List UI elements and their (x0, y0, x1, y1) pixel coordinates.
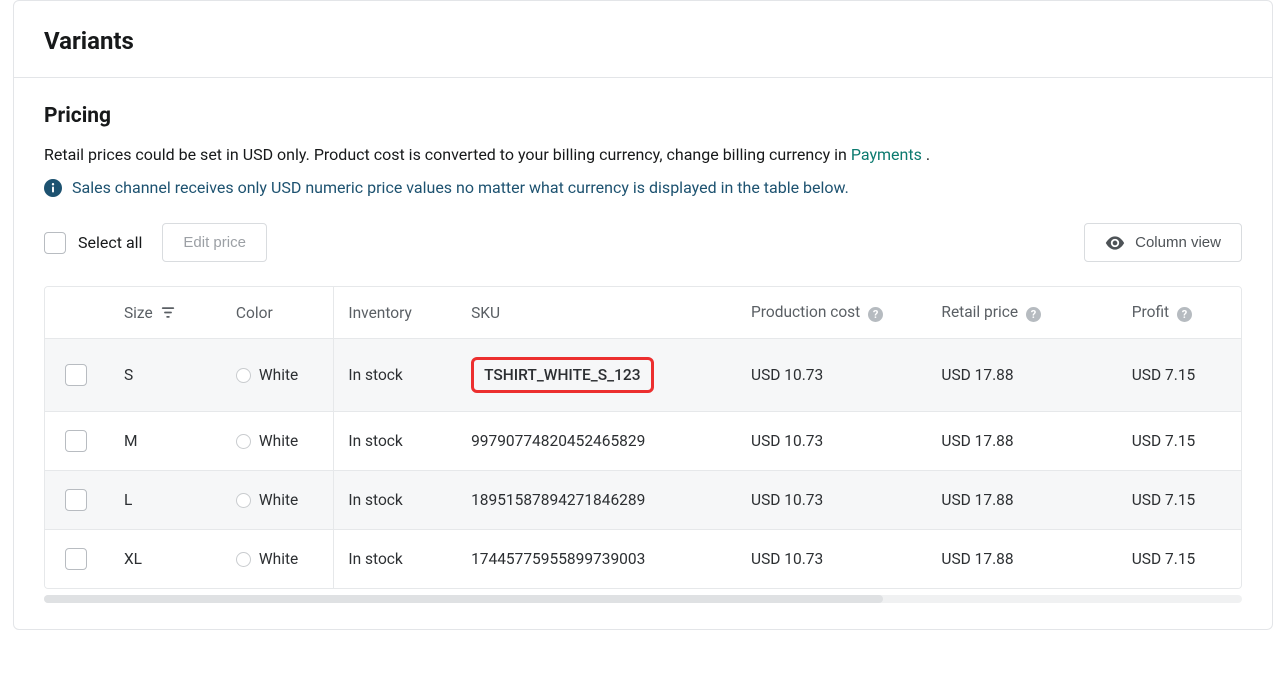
select-all-checkbox[interactable] (44, 232, 66, 254)
row-profit: USD 7.15 (1118, 471, 1241, 530)
row-checkbox-cell (45, 471, 110, 530)
table-row: XLWhiteIn stock17445775955899739003USD 1… (45, 530, 1241, 589)
row-sku[interactable]: TSHIRT_WHITE_S_123 (457, 339, 737, 412)
info-text: Sales channel receives only USD numeric … (72, 178, 849, 197)
sku-highlight: TSHIRT_WHITE_S_123 (471, 357, 653, 393)
help-icon[interactable]: ? (1177, 307, 1192, 322)
card-header: Variants (14, 1, 1272, 78)
row-inventory: In stock (334, 412, 457, 471)
header-profit-label: Profit (1132, 303, 1169, 321)
row-size: M (110, 412, 222, 471)
header-production-cost-label: Production cost (751, 303, 860, 321)
row-sku[interactable]: 18951587894271846289 (457, 471, 737, 530)
row-profit: USD 7.15 (1118, 339, 1241, 412)
variants-table: Size Color Inventory SKU Production cost (45, 287, 1241, 588)
row-checkbox[interactable] (65, 548, 87, 570)
color-swatch (236, 552, 251, 567)
color-swatch (236, 434, 251, 449)
controls-row: Select all Edit price Column view (44, 223, 1242, 262)
column-view-button[interactable]: Column view (1084, 223, 1242, 262)
table-row: L White In stock18951587894271846289USD 10… (45, 471, 1241, 530)
table-row: S White In stock TSHIRT_WHITE_S_123 USD 10.7… (45, 339, 1241, 412)
controls-left: Select all Edit price (44, 223, 267, 262)
row-production-cost: USD 10.73 (737, 412, 927, 471)
row-checkbox-cell (45, 339, 110, 412)
row-color: White (222, 339, 334, 412)
pricing-description-suffix: . (922, 145, 930, 164)
row-sku[interactable]: 17445775955899739003 (457, 530, 737, 589)
color-label: White (259, 432, 298, 450)
row-production-cost: USD 10.73 (737, 471, 927, 530)
info-banner: Sales channel receives only USD numeric … (44, 178, 1242, 197)
color-label: White (259, 550, 298, 568)
row-sku[interactable]: 99790774820452465829 (457, 412, 737, 471)
row-inventory: In stock (334, 339, 457, 412)
row-retail-price[interactable]: USD 17.88 (927, 339, 1117, 412)
row-color: White (222, 412, 334, 471)
header-size-label: Size (124, 304, 153, 322)
header-size[interactable]: Size (110, 287, 222, 339)
header-color[interactable]: Color (222, 287, 334, 339)
row-size: L (110, 471, 222, 530)
card-body: Pricing Retail prices could be set in US… (14, 78, 1272, 629)
help-icon[interactable]: ? (1026, 307, 1041, 322)
row-retail-price[interactable]: USD 17.88 (927, 530, 1117, 589)
header-retail-price-label: Retail price (941, 303, 1018, 321)
header-inventory: Inventory (334, 287, 457, 339)
row-checkbox-cell (45, 412, 110, 471)
table-header-row: Size Color Inventory SKU Production cost (45, 287, 1241, 339)
row-checkbox[interactable] (65, 489, 87, 511)
row-inventory: In stock (334, 471, 457, 530)
row-production-cost: USD 10.73 (737, 339, 927, 412)
header-production-cost: Production cost ? (737, 287, 927, 339)
select-all-wrap: Select all (44, 232, 142, 254)
row-inventory: In stock (334, 530, 457, 589)
pricing-title: Pricing (44, 104, 1242, 128)
eye-icon (1105, 236, 1125, 250)
table-row: M White In stock99790774820452465829USD 10… (45, 412, 1241, 471)
info-icon (44, 179, 62, 197)
row-color: White (222, 530, 334, 589)
header-retail-price: Retail price ? (927, 287, 1117, 339)
horizontal-scrollbar[interactable] (44, 595, 1242, 603)
horizontal-scrollbar-thumb[interactable] (44, 595, 883, 603)
color-swatch (236, 368, 251, 383)
row-production-cost: USD 10.73 (737, 530, 927, 589)
row-profit: USD 7.15 (1118, 530, 1241, 589)
row-checkbox[interactable] (65, 364, 87, 386)
filter-icon (161, 306, 175, 319)
row-profit: USD 7.15 (1118, 412, 1241, 471)
row-checkbox[interactable] (65, 430, 87, 452)
variants-table-wrap: Size Color Inventory SKU Production cost (44, 286, 1242, 589)
column-view-label: Column view (1135, 234, 1221, 251)
help-icon[interactable]: ? (868, 307, 883, 322)
select-all-label: Select all (78, 233, 142, 252)
pricing-description-text: Retail prices could be set in USD only. … (44, 145, 851, 164)
row-color: White (222, 471, 334, 530)
color-label: White (259, 491, 298, 509)
row-retail-price[interactable]: USD 17.88 (927, 412, 1117, 471)
pricing-description: Retail prices could be set in USD only. … (44, 144, 1242, 166)
variants-card: Variants Pricing Retail prices could be … (13, 0, 1273, 630)
payments-link[interactable]: Payments (851, 145, 922, 164)
row-retail-price[interactable]: USD 17.88 (927, 471, 1117, 530)
card-title: Variants (44, 27, 1242, 55)
header-checkbox-col (45, 287, 110, 339)
variants-tbody: S White In stock TSHIRT_WHITE_S_123 USD 10.7… (45, 339, 1241, 589)
row-size: XL (110, 530, 222, 589)
color-swatch (236, 493, 251, 508)
row-checkbox-cell (45, 530, 110, 589)
edit-price-button[interactable]: Edit price (162, 223, 267, 262)
row-size: S (110, 339, 222, 412)
color-label: White (259, 366, 298, 384)
header-sku: SKU (457, 287, 737, 339)
header-profit: Profit ? (1118, 287, 1241, 339)
